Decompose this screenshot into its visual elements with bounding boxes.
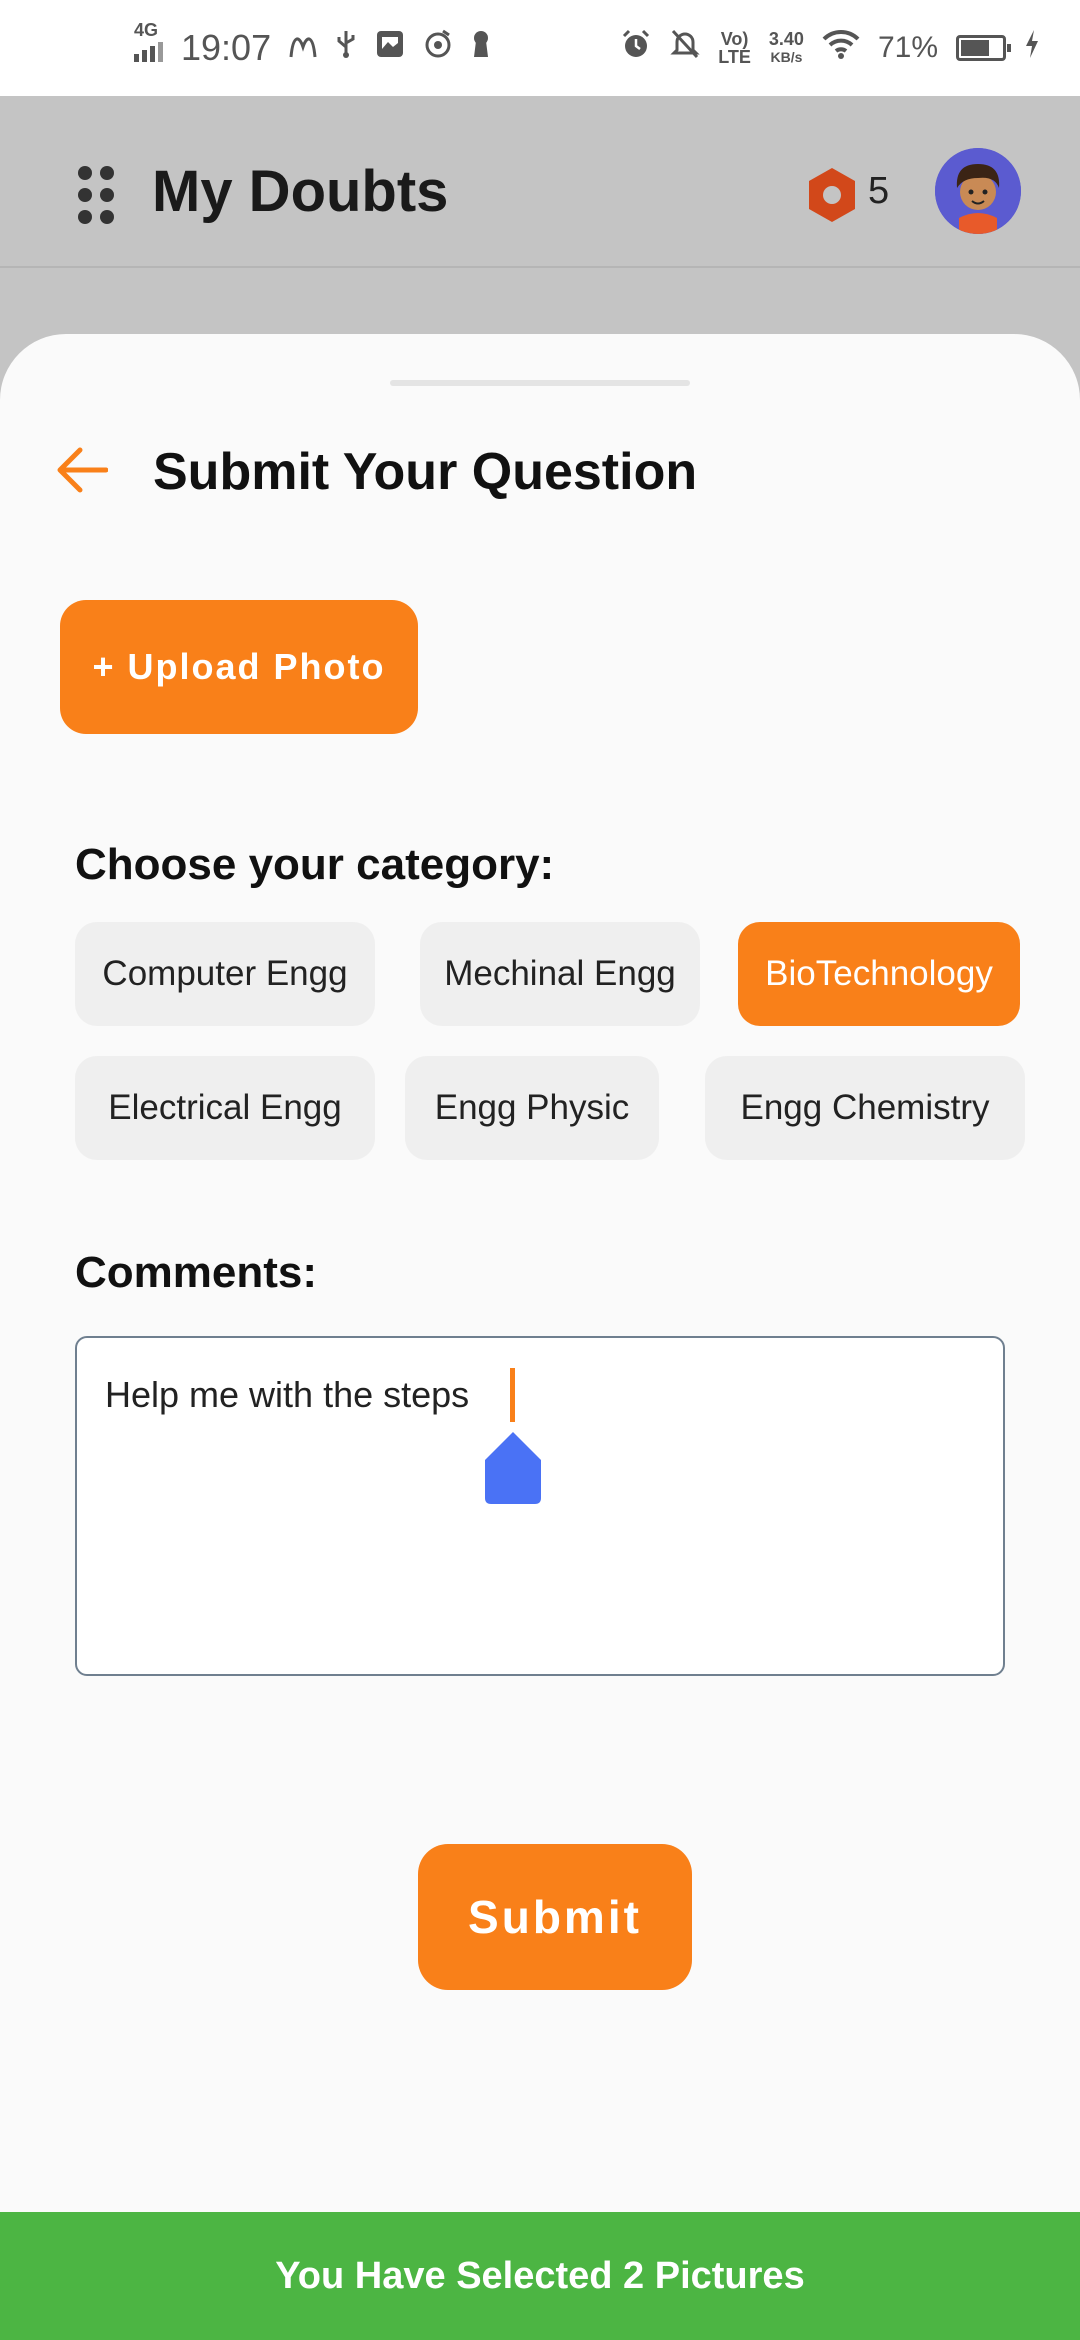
network-speed: 3.40 KB/s bbox=[768, 29, 804, 65]
music-icon bbox=[423, 29, 453, 68]
category-chip-computer-engg[interactable]: Computer Engg bbox=[75, 922, 375, 1026]
category-chip-electrical-engg[interactable]: Electrical Engg bbox=[75, 1056, 375, 1160]
drag-handle[interactable] bbox=[390, 380, 690, 386]
comments-label: Comments: bbox=[75, 1248, 318, 1297]
keyhole-icon bbox=[471, 29, 491, 68]
sheet-title: Submit Your Question bbox=[153, 443, 698, 501]
charging-icon bbox=[1024, 29, 1040, 68]
coin-count: 5 bbox=[868, 170, 890, 212]
status-bar: 4G 19:07 Vo) LTE 3.40 KB/s 71% bbox=[0, 0, 1080, 96]
cursor-handle-icon[interactable] bbox=[485, 1432, 541, 1504]
category-chip-engg-chemistry[interactable]: Engg Chemistry bbox=[705, 1056, 1025, 1160]
status-bar-right: Vo) LTE 3.40 KB/s 71% bbox=[620, 0, 1040, 96]
upload-photo-button[interactable]: + Upload Photo bbox=[60, 600, 418, 734]
status-bar-left: 4G 19:07 bbox=[134, 0, 491, 96]
comments-field[interactable]: Help me with the steps bbox=[75, 1336, 1005, 1676]
mcdonalds-icon bbox=[289, 29, 317, 68]
snackbar-message: You Have Selected 2 Pictures bbox=[275, 2254, 805, 2297]
text-cursor bbox=[510, 1368, 515, 1422]
submit-question-sheet: Submit Your Question + Upload Photo Choo… bbox=[0, 334, 1080, 2340]
gallery-icon bbox=[375, 29, 405, 68]
network-type: 4G bbox=[134, 20, 159, 40]
battery-percent: 71% bbox=[877, 31, 938, 64]
category-chip-engg-physic[interactable]: Engg Physic bbox=[405, 1056, 659, 1160]
wifi-icon bbox=[822, 29, 860, 68]
category-chip-mechinal-engg[interactable]: Mechinal Engg bbox=[420, 922, 700, 1026]
apps-menu-icon[interactable] bbox=[78, 166, 116, 224]
alarm-icon bbox=[620, 28, 652, 69]
mute-bell-icon bbox=[670, 28, 700, 69]
volte-indicator: Vo) LTE bbox=[718, 29, 751, 67]
avatar[interactable] bbox=[935, 148, 1021, 234]
comments-value: Help me with the steps bbox=[105, 1374, 470, 1415]
app-bar: My Doubts 5 bbox=[0, 96, 1080, 268]
page-title: My Doubts bbox=[152, 159, 449, 224]
submit-button[interactable]: Submit bbox=[418, 1844, 692, 1990]
selection-snackbar: You Have Selected 2 Pictures bbox=[0, 2212, 1080, 2340]
usb-icon bbox=[335, 29, 357, 68]
battery-icon bbox=[956, 35, 1011, 61]
coin-icon bbox=[803, 166, 861, 229]
battery-level bbox=[961, 40, 990, 56]
clock: 19:07 bbox=[181, 27, 272, 68]
back-arrow-icon[interactable] bbox=[56, 446, 109, 494]
signal-icon: 4G bbox=[134, 20, 163, 62]
category-label: Choose your category: bbox=[75, 840, 555, 889]
category-chip-biotechnology[interactable]: BioTechnology bbox=[738, 922, 1020, 1026]
